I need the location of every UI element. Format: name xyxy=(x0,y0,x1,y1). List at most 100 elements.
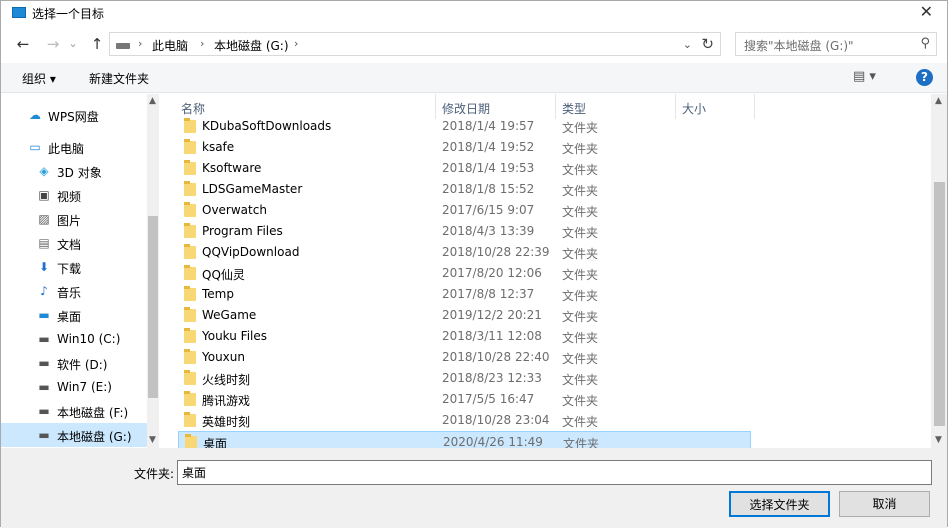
sidebar-item-1[interactable]: ▭ 此电脑 xyxy=(1,135,147,159)
file-date: 2018/10/28 22:39 xyxy=(442,245,550,259)
sidebar-item-label: 图片 xyxy=(57,214,82,228)
scroll-up-icon[interactable]: ▲ xyxy=(149,96,156,106)
file-row[interactable]: Ksoftware 2018/1/4 19:53 文件夹 xyxy=(178,158,751,179)
command-toolbar: 组织 ▾ 新建文件夹 ▤ ▾ ? xyxy=(1,63,947,93)
file-row[interactable]: WeGame 2019/12/2 20:21 文件夹 xyxy=(178,305,751,326)
file-row[interactable]: 腾讯游戏 2017/5/5 16:47 文件夹 xyxy=(178,389,751,410)
file-row[interactable]: 桌面 2020/4/26 11:49 文件夹 xyxy=(178,431,751,448)
file-type: 文件夹 xyxy=(562,184,599,198)
column-divider[interactable] xyxy=(754,94,755,119)
navigation-scrollbar[interactable]: ▲ ▼ xyxy=(147,94,159,448)
file-date: 2017/8/8 12:37 xyxy=(442,287,535,301)
folder-icon xyxy=(184,181,196,196)
file-type: 文件夹 xyxy=(562,331,599,345)
scrollbar-thumb[interactable] xyxy=(934,182,945,426)
address-bar[interactable]: › 此电脑 › 本地磁盘 (G:) › ⌄ ↻ xyxy=(109,32,721,56)
sidebar-item-13[interactable]: ▬ 本地磁盘 (G:) xyxy=(1,423,147,447)
sidebar-item-10[interactable]: ▬ 软件 (D:) xyxy=(1,351,147,375)
help-icon[interactable]: ? xyxy=(916,69,933,86)
file-row[interactable]: QQVipDownload 2018/10/28 22:39 文件夹 xyxy=(178,242,751,263)
back-arrow-icon[interactable]: ← xyxy=(13,35,33,53)
file-type: 文件夹 xyxy=(562,352,599,366)
file-row[interactable]: Youxun 2018/10/28 22:40 文件夹 xyxy=(178,347,751,368)
file-type: 文件夹 xyxy=(562,121,599,135)
sidebar-item-3[interactable]: ▣ 视频 xyxy=(1,183,147,207)
new-folder-button[interactable]: 新建文件夹 xyxy=(89,70,149,87)
sidebar-item-8[interactable]: ▬ 桌面 xyxy=(1,303,147,327)
scroll-down-icon[interactable]: ▼ xyxy=(149,435,156,445)
file-row[interactable]: LDSGameMaster 2018/1/8 15:52 文件夹 xyxy=(178,179,751,200)
file-name: 火线时刻 xyxy=(202,373,251,387)
recent-locations-icon[interactable]: ⌄ xyxy=(63,37,83,50)
scrollbar-thumb[interactable] xyxy=(148,216,158,398)
folder-icon xyxy=(184,349,196,364)
file-name: Program Files xyxy=(202,224,283,238)
file-row[interactable]: Youku Files 2018/3/11 12:08 文件夹 xyxy=(178,326,751,347)
picture-icon: ▨ xyxy=(38,212,50,226)
file-row[interactable]: Temp 2017/8/8 12:37 文件夹 xyxy=(178,284,751,305)
organize-button[interactable]: 组织 ▾ xyxy=(22,70,56,87)
file-name: Youxun xyxy=(202,350,245,364)
column-type[interactable]: 类型 xyxy=(562,100,586,117)
sidebar-item-label: 桌面 xyxy=(57,310,82,324)
forward-arrow-icon[interactable]: → xyxy=(43,35,63,53)
file-row[interactable]: ksafe 2018/1/4 19:52 文件夹 xyxy=(178,137,751,158)
sidebar-item-9[interactable]: ▬ Win10 (C:) xyxy=(1,327,147,351)
select-folder-button[interactable]: 选择文件夹 xyxy=(729,491,830,517)
address-dropdown-icon[interactable]: ⌄ xyxy=(683,38,692,51)
column-date-modified[interactable]: 修改日期 xyxy=(442,100,490,117)
breadcrumb-drive-g[interactable]: 本地磁盘 (G:) xyxy=(214,37,289,54)
file-date: 2018/3/11 12:08 xyxy=(442,329,542,343)
up-arrow-icon[interactable]: ↑ xyxy=(87,35,107,53)
sidebar-item-label: WPS网盘 xyxy=(48,110,99,124)
breadcrumb-this-pc[interactable]: 此电脑 xyxy=(152,37,188,54)
sidebar-item-0[interactable]: ☁ WPS网盘 xyxy=(1,103,147,127)
breadcrumb-separator-icon[interactable]: › xyxy=(294,37,298,50)
file-date: 2018/10/28 22:40 xyxy=(442,350,550,364)
cube-icon: ◈ xyxy=(39,164,49,178)
folder-icon xyxy=(184,139,196,154)
refresh-icon[interactable]: ↻ xyxy=(701,35,714,53)
computer-icon: ▭ xyxy=(29,140,41,154)
sort-ascending-icon: ^ xyxy=(301,94,310,101)
file-date: 2018/8/23 12:33 xyxy=(442,371,542,385)
file-type: 文件夹 xyxy=(562,247,599,261)
file-row[interactable]: QQ仙灵 2017/8/20 12:06 文件夹 xyxy=(178,263,751,284)
file-row[interactable]: Program Files 2018/4/3 13:39 文件夹 xyxy=(178,221,751,242)
sidebar-item-label: 下载 xyxy=(57,262,82,276)
file-row[interactable]: 火线时刻 2018/8/23 12:33 文件夹 xyxy=(178,368,751,389)
drive-icon xyxy=(116,43,130,49)
file-date: 2018/10/28 23:04 xyxy=(442,413,550,427)
breadcrumb-separator-icon[interactable]: › xyxy=(200,37,204,50)
file-row[interactable]: KDubaSoftDownloads 2018/1/4 19:57 文件夹 xyxy=(178,116,751,137)
column-size[interactable]: 大小 xyxy=(682,100,706,117)
file-type: 文件夹 xyxy=(562,373,599,387)
file-row[interactable]: Overwatch 2017/6/15 9:07 文件夹 xyxy=(178,200,751,221)
sidebar-item-12[interactable]: ▬ 本地磁盘 (F:) xyxy=(1,399,147,423)
file-name: 腾讯游戏 xyxy=(202,394,251,408)
file-list-scrollbar[interactable]: ▲ ▼ xyxy=(931,94,947,448)
close-icon[interactable]: ✕ xyxy=(920,2,933,21)
file-type: 文件夹 xyxy=(562,226,599,240)
scroll-down-icon[interactable]: ▼ xyxy=(935,435,942,445)
sidebar-item-4[interactable]: ▨ 图片 xyxy=(1,207,147,231)
breadcrumb-separator-icon[interactable]: › xyxy=(138,37,142,50)
sidebar-item-5[interactable]: ▤ 文档 xyxy=(1,231,147,255)
file-name: Ksoftware xyxy=(202,161,262,175)
cancel-button[interactable]: 取消 xyxy=(839,491,930,517)
folder-name-input[interactable]: 桌面 xyxy=(177,460,932,485)
sidebar-item-6[interactable]: ⬇ 下载 xyxy=(1,255,147,279)
file-date: 2018/1/4 19:52 xyxy=(442,140,535,154)
search-icon[interactable]: ⚲ xyxy=(920,36,930,51)
sidebar-item-7[interactable]: ♪ 音乐 xyxy=(1,279,147,303)
sidebar-item-2[interactable]: ◈ 3D 对象 xyxy=(1,159,147,183)
sidebar-item-11[interactable]: ▬ Win7 (E:) xyxy=(1,375,147,399)
search-input[interactable]: 搜索"本地磁盘 (G:)" ⚲ xyxy=(735,32,937,56)
scroll-up-icon[interactable]: ▲ xyxy=(935,96,942,106)
column-name[interactable]: 名称 xyxy=(181,100,205,117)
file-row[interactable]: 英雄时刻 2018/10/28 23:04 文件夹 xyxy=(178,410,751,431)
view-options-icon[interactable]: ▤ ▾ xyxy=(853,69,876,84)
file-type: 文件夹 xyxy=(562,394,599,408)
file-name: Temp xyxy=(202,287,234,301)
file-date: 2018/1/4 19:53 xyxy=(442,161,535,175)
